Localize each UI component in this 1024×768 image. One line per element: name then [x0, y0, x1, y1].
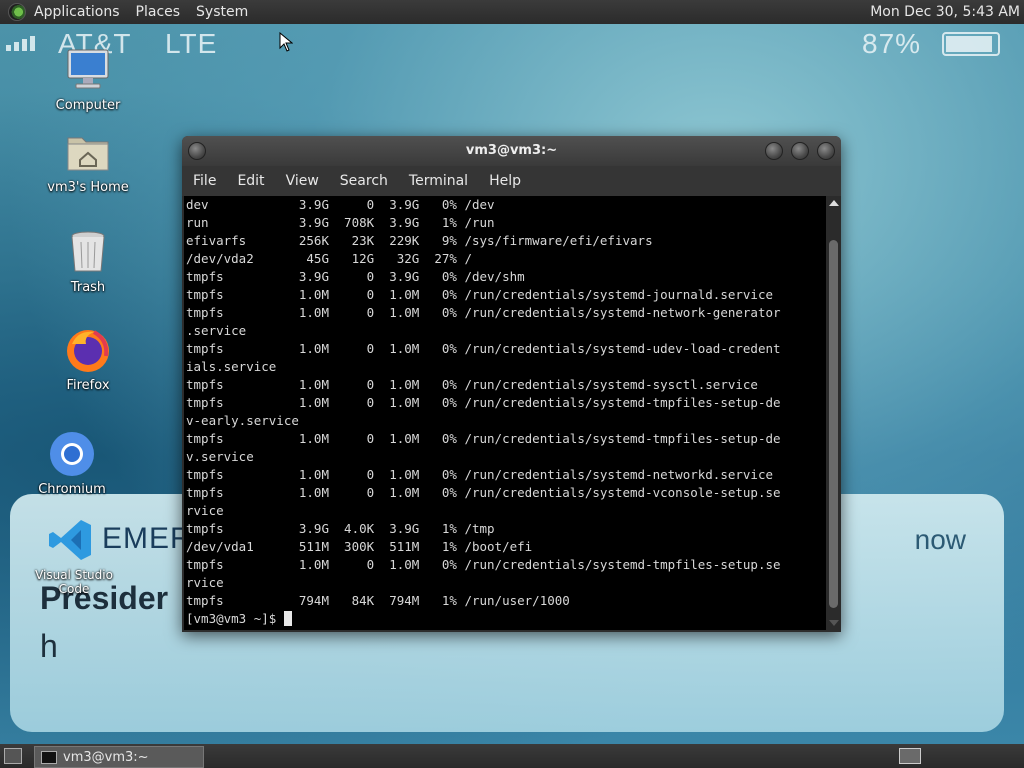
scroll-up-arrow-icon[interactable] — [829, 200, 839, 206]
terminal-line: tmpfs 1.0M 0 1.0M 0% /run/credentials/sy… — [186, 305, 781, 320]
panel-clock[interactable]: Mon Dec 30, 5:43 AM — [870, 0, 1020, 24]
menu-edit[interactable]: Edit — [226, 173, 274, 189]
scroll-down-arrow-icon[interactable] — [829, 620, 839, 626]
terminal-cursor — [283, 611, 292, 626]
terminal-line: /dev/vda2 45G 12G 32G 27% / — [186, 251, 472, 266]
terminal-line: tmpfs 1.0M 0 1.0M 0% /run/credentials/sy… — [186, 377, 758, 392]
firefox-icon — [64, 326, 112, 374]
desktop-icon-vscode[interactable]: Visual Studio Code — [19, 516, 129, 596]
menu-applications[interactable]: Applications — [26, 0, 128, 24]
card-line-2: h — [40, 628, 58, 664]
terminal-titlebar[interactable]: vm3@vm3:~ — [182, 136, 841, 166]
desktop-icon-label: Trash — [70, 280, 106, 295]
terminal-prompt-line[interactable]: [vm3@vm3 ~]$ — [184, 610, 826, 628]
menu-view[interactable]: View — [275, 173, 329, 189]
terminal-window[interactable]: vm3@vm3:~ File Edit View Search Terminal… — [182, 136, 841, 632]
terminal-prompt: [vm3@vm3 ~]$ — [186, 611, 284, 626]
desktop-icon-computer[interactable]: Computer — [33, 46, 143, 113]
desktop-icon-label: Computer — [55, 98, 121, 113]
terminal-line: tmpfs 794M 84K 794M 1% /run/user/1000 — [186, 593, 570, 608]
workspace-switcher[interactable] — [899, 748, 921, 764]
chromium-icon — [48, 430, 96, 478]
terminal-title: vm3@vm3:~ — [465, 143, 558, 158]
terminal-line: tmpfs 3.9G 0 3.9G 0% /dev/shm — [186, 269, 525, 284]
card-time: now — [914, 524, 966, 555]
terminal-line: /dev/vda1 511M 300K 511M 1% /boot/efi — [186, 539, 533, 554]
top-panel: Applications Places System Mon Dec 30, 5… — [0, 0, 1024, 24]
desktop-icon-label: Chromium — [38, 482, 106, 497]
applications-logo-icon[interactable] — [8, 3, 26, 21]
terminal-line: tmpfs 1.0M 0 1.0M 0% /run/credentials/sy… — [186, 287, 773, 302]
signal-bars-icon — [6, 36, 35, 51]
desktop-icon-trash[interactable]: Trash — [33, 228, 143, 295]
terminal-line: dev 3.9G 0 3.9G 0% /dev — [186, 197, 495, 212]
show-desktop-icon[interactable] — [4, 748, 22, 764]
terminal-line: tmpfs 1.0M 0 1.0M 0% /run/credentials/sy… — [186, 395, 781, 410]
desktop-icon-firefox[interactable]: Firefox — [33, 326, 143, 393]
trash-icon — [64, 228, 112, 276]
desktop-icon-label: vm3's Home — [47, 180, 129, 195]
terminal-line: rvice — [186, 575, 224, 590]
taskbar-button-label: vm3@vm3:~ — [63, 749, 149, 765]
terminal-line: v.service — [186, 449, 254, 464]
terminal-line: run 3.9G 708K 3.9G 1% /run — [186, 215, 495, 230]
menu-terminal[interactable]: Terminal — [398, 173, 478, 189]
menu-help[interactable]: Help — [478, 173, 531, 189]
terminal-icon — [41, 750, 57, 764]
desktop-icon-label: Visual Studio Code — [35, 568, 113, 596]
menu-file[interactable]: File — [182, 173, 226, 189]
bottom-panel: vm3@vm3:~ — [0, 744, 1024, 768]
desktop-icon-chromium[interactable]: Chromium — [17, 430, 127, 497]
wallpaper-network-text: LTE — [165, 28, 218, 59]
terminal-line: tmpfs 1.0M 0 1.0M 0% /run/credentials/sy… — [186, 467, 773, 482]
wallpaper-battery-text: 87% — [862, 28, 922, 59]
terminal-scrollbar[interactable] — [826, 196, 841, 630]
terminal-line: ials.service — [186, 359, 277, 374]
terminal-line: rvice — [186, 503, 224, 518]
terminal-menubar: File Edit View Search Terminal Help — [182, 166, 841, 196]
minimize-button[interactable] — [765, 142, 783, 160]
menu-places[interactable]: Places — [128, 0, 189, 24]
menu-system[interactable]: System — [188, 0, 256, 24]
desktop-icon-label: Firefox — [66, 378, 110, 393]
window-menu-button[interactable] — [188, 142, 206, 160]
terminal-line: tmpfs 1.0M 0 1.0M 0% /run/credentials/sy… — [186, 557, 781, 572]
terminal-line: tmpfs 1.0M 0 1.0M 0% /run/credentials/sy… — [186, 341, 781, 356]
vscode-icon — [47, 516, 95, 564]
mouse-pointer-icon — [279, 32, 293, 52]
scrollbar-thumb[interactable] — [829, 240, 838, 608]
terminal-line: .service — [186, 323, 247, 338]
desktop-icon-home[interactable]: vm3's Home — [33, 128, 143, 195]
terminal-line: tmpfs 1.0M 0 1.0M 0% /run/credentials/sy… — [186, 485, 781, 500]
close-button[interactable] — [817, 142, 835, 160]
battery-icon — [942, 32, 1000, 56]
terminal-line: tmpfs 3.9G 4.0K 3.9G 1% /tmp — [186, 521, 495, 536]
home-folder-icon — [64, 128, 112, 176]
terminal-line: tmpfs 1.0M 0 1.0M 0% /run/credentials/sy… — [186, 431, 781, 446]
computer-icon — [64, 46, 112, 94]
taskbar-button-terminal[interactable]: vm3@vm3:~ — [34, 746, 204, 768]
terminal-output[interactable]: dev 3.9G 0 3.9G 0% /dev run 3.9G 708K 3.… — [184, 196, 826, 630]
terminal-line: efivarfs 256K 23K 229K 9% /sys/firmware/… — [186, 233, 653, 248]
terminal-line: v-early.service — [186, 413, 299, 428]
menu-search[interactable]: Search — [329, 173, 398, 189]
maximize-button[interactable] — [791, 142, 809, 160]
